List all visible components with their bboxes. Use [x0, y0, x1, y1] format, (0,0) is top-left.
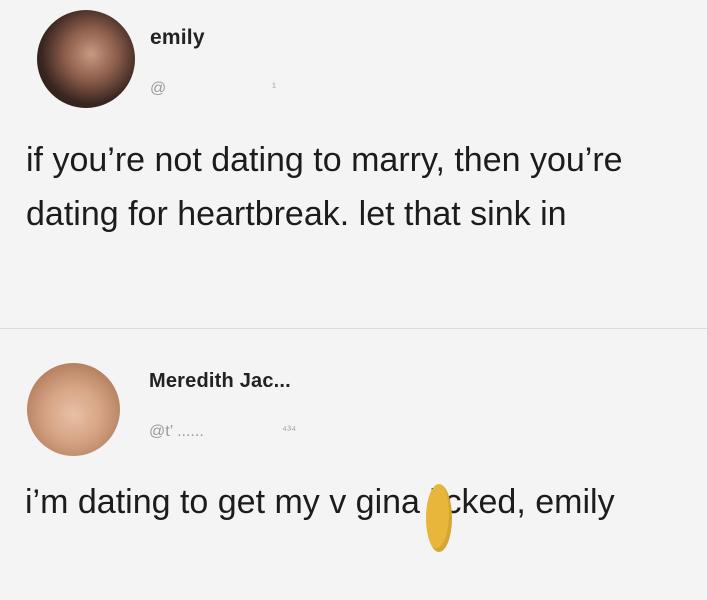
avatar[interactable] — [37, 10, 135, 108]
censor-blob — [426, 484, 452, 552]
author-name[interactable]: Meredith Jac... — [149, 370, 291, 393]
author-handle[interactable]: @t’ ...... — [149, 423, 204, 441]
post-text: i’m dating to get my v gina licked, emil… — [25, 483, 615, 521]
post-emily: emily @ ¹ if you’re not dating to marry,… — [0, 0, 707, 330]
avatar[interactable] — [27, 363, 120, 456]
post-text: if you’re not dating to marry, then you’… — [26, 141, 623, 233]
post-meredith: Meredith Jac... @t’ ...... ⁴³⁴ i’m datin… — [0, 330, 707, 600]
author-handle[interactable]: @ — [150, 80, 166, 98]
handle-extra: ¹ — [272, 80, 276, 94]
divider — [0, 328, 707, 329]
author-name[interactable]: emily — [150, 26, 205, 50]
handle-extra: ⁴³⁴ — [282, 423, 297, 437]
